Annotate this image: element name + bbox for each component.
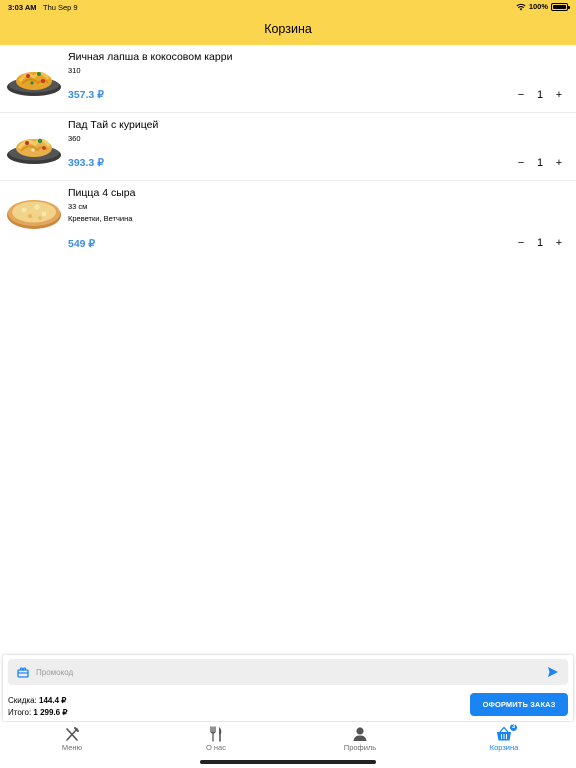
discount-row: Скидка: 144.4 ₽ [8,695,67,707]
decrease-quantity-button[interactable]: − [514,237,528,249]
tab-cart[interactable]: 3 Корзина [432,722,576,756]
status-bar: 3:03 AM Thu Sep 9 100% [0,0,576,14]
total-label: Итого: [8,708,32,717]
navigation-bar: Корзина [0,14,576,45]
increase-quantity-button[interactable]: + [552,237,566,249]
tab-profile[interactable]: Профиль [288,722,432,756]
status-date: Thu Sep 9 [43,3,78,12]
item-name: Пицца 4 сыра [68,187,136,199]
quantity-value: 1 [536,237,544,249]
battery-percent: 100% [528,2,548,11]
page-title: Корзина [264,22,312,36]
home-indicator [200,760,376,764]
person-icon [353,727,367,741]
total-row: Итого: 1 299.6 ₽ [8,707,67,719]
item-extras: Креветки, Ветчина [68,214,133,223]
quantity-stepper: − 1 + [514,89,566,101]
cart-list: Яичная лапша в кокосовом карри 310 357.3… [0,45,576,263]
quantity-stepper: − 1 + [514,157,566,169]
status-right: 100% [516,2,570,11]
tab-menu-label: Меню [61,743,83,752]
total-value: 1 299.6 ₽ [33,708,68,717]
item-price: 393.3 ₽ [68,157,104,169]
decrease-quantity-button[interactable]: − [514,89,528,101]
item-size: 33 см [68,202,88,211]
item-price: 357.3 ₽ [68,89,104,101]
send-icon[interactable] [547,666,559,678]
wifi-icon [516,3,526,10]
item-name: Пад Тай с курицей [68,119,159,131]
tab-about-label: О нас [206,743,226,752]
fork-knife-cross-icon [66,727,79,741]
quantity-value: 1 [536,89,544,101]
decrease-quantity-button[interactable]: − [514,157,528,169]
noodles-dish-image [7,72,61,96]
order-totals: Скидка: 144.4 ₽ Итого: 1 299.6 ₽ [8,695,67,719]
increase-quantity-button[interactable]: + [552,89,566,101]
quantity-stepper: − 1 + [514,237,566,249]
cart-item[interactable]: Яичная лапша в кокосовом карри 310 357.3… [0,45,576,113]
fork-knife-icon [210,726,222,742]
promo-code-input[interactable] [36,664,536,680]
checkout-panel: Скидка: 144.4 ₽ Итого: 1 299.6 ₽ ОФОРМИТ… [3,655,573,721]
tab-cart-label: Корзина [489,743,519,752]
noodles-dish-image [7,138,61,164]
tab-bar: Меню О нас Профиль 3 Корзина [0,722,576,756]
quantity-value: 1 [536,157,544,169]
discount-value: 144.4 ₽ [39,696,67,705]
promo-code-field [8,659,568,685]
discount-label: Скидка: [8,696,37,705]
cart-item[interactable]: Пад Тай с курицей 360 393.3 ₽ − 1 + [0,113,576,181]
place-order-button[interactable]: ОФОРМИТЬ ЗАКАЗ [470,693,568,716]
cart-item[interactable]: Пицца 4 сыра 33 см Креветки, Ветчина 549… [0,181,576,263]
item-size: 310 [68,66,81,75]
status-time: 3:03 AM [8,3,37,12]
battery-icon [551,2,570,11]
pizza-image [7,200,61,229]
item-name: Яичная лапша в кокосовом карри [68,51,233,63]
tab-about[interactable]: О нас [144,722,288,756]
increase-quantity-button[interactable]: + [552,157,566,169]
item-size: 360 [68,134,81,143]
tab-profile-label: Профиль [343,743,377,752]
cart-count-badge: 3 [509,723,518,732]
gift-icon [17,667,29,678]
tab-menu[interactable]: Меню [0,722,144,756]
item-price: 549 ₽ [68,238,96,250]
